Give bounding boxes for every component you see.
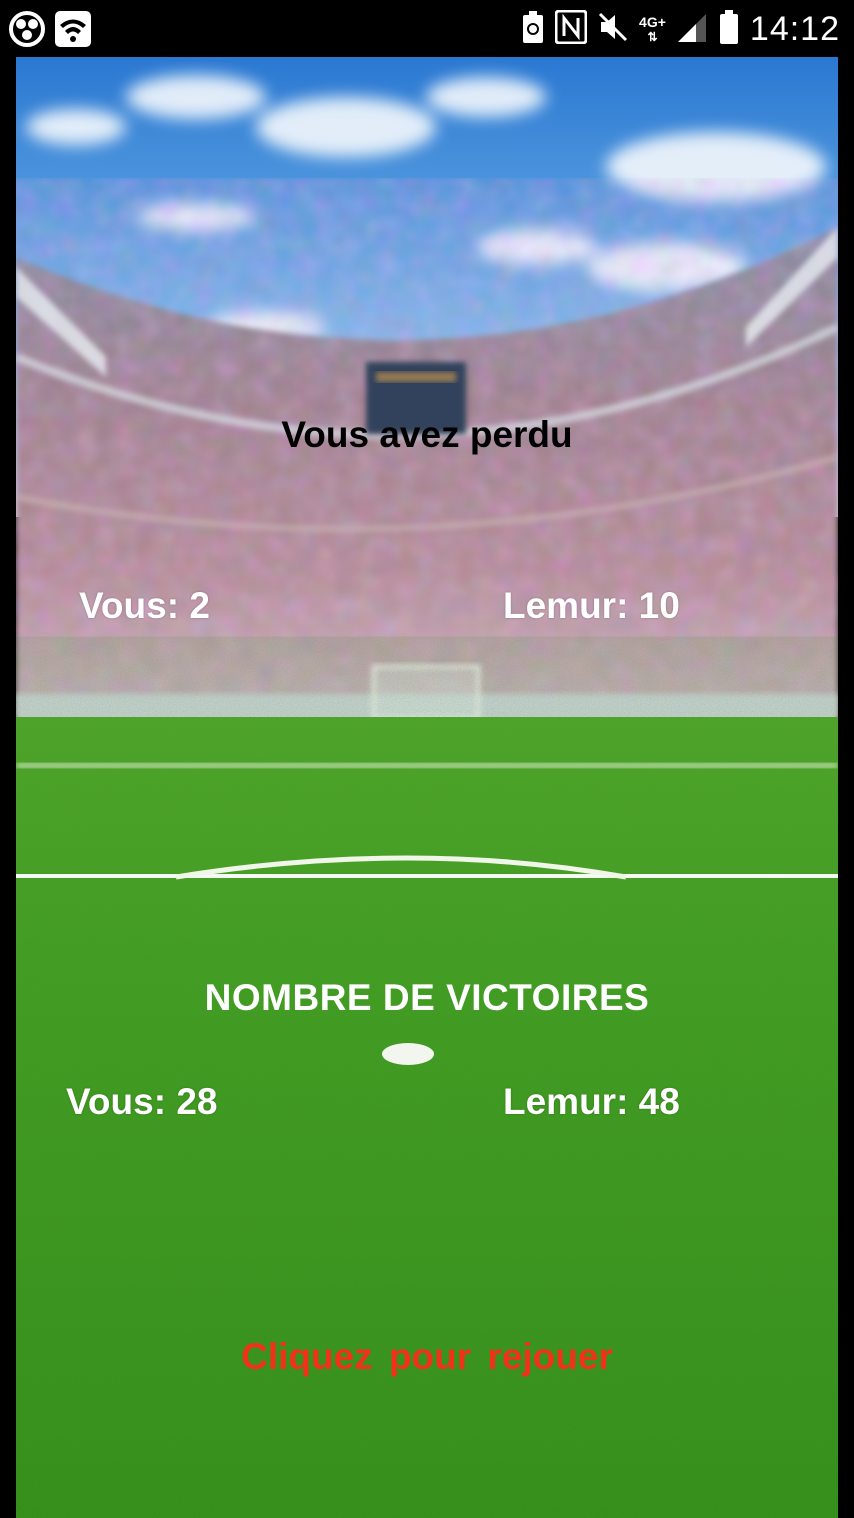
replay-button[interactable]: Cliquez pour rejouer [16, 1336, 838, 1378]
mute-icon [597, 10, 629, 49]
status-time: 14:12 [749, 9, 840, 48]
battery-icon [718, 9, 740, 50]
score-lemur: Lemur: 10 [503, 585, 680, 626]
game-screen[interactable]: Vous avez perdu Vous: 2 Lemur: 10 NOMBRE… [16, 57, 838, 1518]
wins-you: Vous: 28 [66, 1081, 218, 1122]
nfc-icon [554, 9, 588, 49]
status-left-icons [8, 10, 92, 53]
score-you: Vous: 2 [79, 585, 210, 626]
wins-lemur: Lemur: 48 [503, 1081, 680, 1122]
wifi-icon [54, 10, 92, 53]
wins-title: NOMBRE DE VICTOIRES [204, 977, 650, 1018]
status-bar: 4G+ ⇅ 14:12 [0, 0, 854, 57]
stadium-background [16, 57, 838, 1518]
network-type-label: 4G+ ⇅ [639, 13, 666, 44]
app-icon [8, 10, 46, 53]
network-type-text: 4G+ [639, 13, 666, 30]
status-right-icons: 4G+ ⇅ 14:12 [521, 8, 840, 50]
signal-icon [676, 10, 708, 49]
battery-saver-icon [521, 10, 545, 49]
result-title: Vous avez perdu [281, 414, 573, 455]
